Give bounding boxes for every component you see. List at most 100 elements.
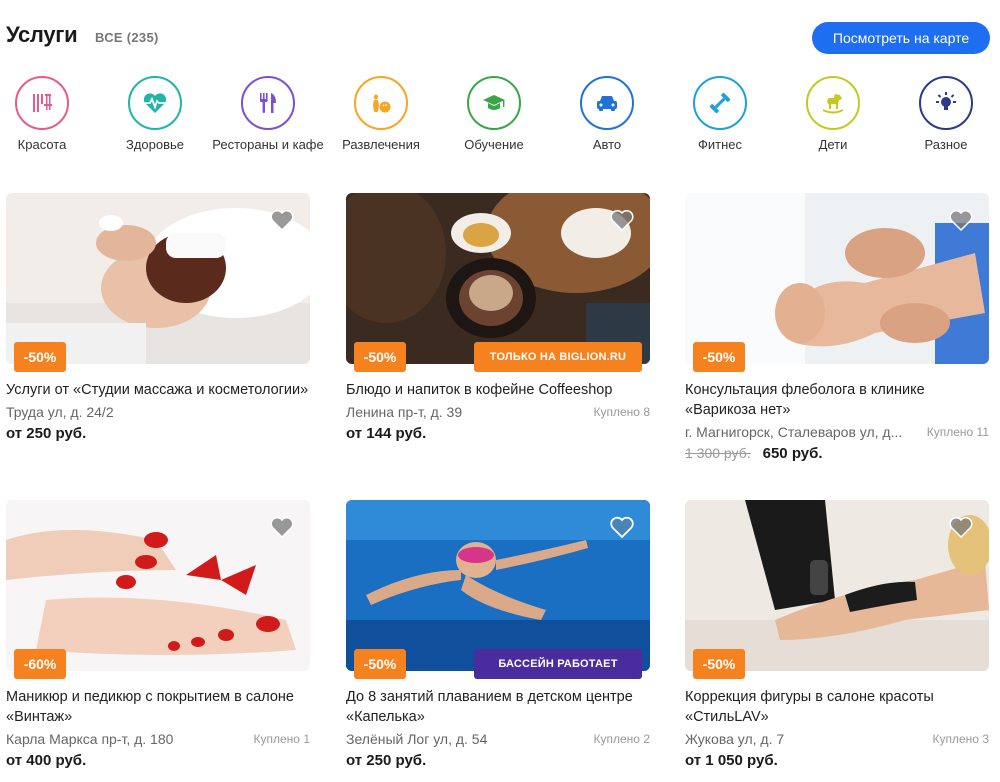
view-on-map-button[interactable]: Посмотреть на карте: [812, 22, 990, 54]
deal-title[interactable]: Услуги от «Студии массажа и косметологии…: [6, 380, 310, 400]
deal-meta: Зелёный Лог ул, д. 54 Куплено 2: [346, 731, 650, 749]
deal-meta: Карла Маркса пр-т, д. 180 Куплено 1: [6, 731, 310, 749]
discount-badge: -50%: [354, 649, 406, 679]
bought-count: Куплено 11: [926, 425, 989, 439]
bought-count: Куплено 2: [593, 732, 650, 746]
deal-card[interactable]: -50% Услуги от «Студии массажа и космето…: [6, 193, 310, 442]
deal-meta: Жукова ул, д. 7 Куплено 3: [685, 731, 989, 749]
category-fitness[interactable]: Фитнес: [664, 76, 776, 153]
nails-photo: [6, 500, 310, 671]
category-label: Обучение: [464, 137, 524, 152]
deal-image[interactable]: [685, 193, 989, 364]
category-health[interactable]: Здоровье: [99, 76, 211, 153]
deal-title[interactable]: Коррекция фигуры в салоне красоты «Стиль…: [685, 687, 989, 727]
promo-badge: БАССЕЙН РАБОТАЕТ: [474, 649, 642, 679]
rocking-horse-icon: [823, 94, 843, 114]
favorite-heart-icon[interactable]: [610, 516, 634, 538]
deal-price: от 250 руб.: [346, 752, 427, 769]
deal-price: 1 300 руб. 650 руб.: [685, 445, 989, 462]
new-price: 650 руб.: [762, 445, 823, 462]
category-restaurants[interactable]: Рестораны и кафе: [212, 76, 324, 153]
deal-title[interactable]: Блюдо и напиток в кофейне Coffeeshop: [346, 380, 650, 400]
pool-photo: [346, 500, 650, 671]
deal-meta: Труда ул, д. 24/2: [6, 404, 310, 422]
dumbbell-icon: [709, 92, 731, 114]
deal-title[interactable]: Консультация флеболога в клинике «Варико…: [685, 380, 989, 420]
spa-photo: [6, 193, 310, 364]
deal-address: Зелёный Лог ул, д. 54: [346, 731, 488, 747]
body-photo: [685, 500, 989, 671]
category-kids[interactable]: Дети: [777, 76, 889, 153]
bought-count: Куплено 8: [593, 405, 650, 419]
deal-image[interactable]: [6, 500, 310, 671]
category-beauty[interactable]: Красота: [0, 76, 98, 153]
category-label: Красота: [17, 137, 67, 152]
total-count-link[interactable]: ВСЕ (235): [95, 30, 159, 45]
category-label: Здоровье: [125, 137, 185, 152]
category-circle: [15, 76, 69, 130]
category-circle: [693, 76, 747, 130]
lightbulb-icon: [936, 92, 956, 110]
category-circle: [354, 76, 408, 130]
deal-title[interactable]: До 8 занятий плаванием в детском центре …: [346, 687, 650, 727]
deal-image[interactable]: [346, 193, 650, 364]
discount-badge: -50%: [693, 649, 745, 679]
deal-address: Карла Маркса пр-т, д. 180: [6, 731, 174, 747]
deal-card[interactable]: -60% Маникюр и педикюр с покрытием в сал…: [6, 500, 310, 769]
category-circle: [580, 76, 634, 130]
deal-card[interactable]: -50% БАССЕЙН РАБОТАЕТ До 8 занятий плава…: [346, 500, 650, 769]
category-label: Дети: [818, 137, 848, 152]
coffee-photo: [346, 193, 650, 364]
bowling-icon: [373, 94, 391, 113]
deal-meta: г. Магнигорск, Сталеваров ул, д... Купле…: [685, 424, 989, 442]
deal-meta: Ленина пр-т, д. 39 Куплено 8: [346, 404, 650, 422]
category-label: Рестораны и кафе: [212, 137, 324, 152]
deal-image[interactable]: [6, 193, 310, 364]
deal-address: г. Магнигорск, Сталеваров ул, д...: [685, 424, 903, 440]
scissors-comb-icon: [33, 94, 52, 112]
favorite-heart-icon[interactable]: [270, 209, 294, 231]
deal-address: Труда ул, д. 24/2: [6, 404, 114, 420]
graduation-cap-icon: [483, 95, 505, 110]
deal-card[interactable]: -50% Консультация флеболога в клинике «В…: [685, 193, 989, 462]
favorite-heart-icon[interactable]: [949, 209, 973, 231]
favorite-heart-icon[interactable]: [270, 516, 294, 538]
category-circle: [241, 76, 295, 130]
deal-address: Жукова ул, д. 7: [685, 731, 785, 747]
category-misc[interactable]: Разное: [890, 76, 1000, 153]
discount-badge: -50%: [693, 342, 745, 372]
category-bar: Красота Здоровье Рестораны и кафе Развле…: [0, 76, 1000, 168]
favorite-heart-icon[interactable]: [610, 209, 634, 231]
discount-badge: -50%: [354, 342, 406, 372]
old-price: 1 300 руб.: [685, 445, 751, 461]
deal-title[interactable]: Маникюр и педикюр с покрытием в салоне «…: [6, 687, 310, 727]
fork-knife-icon: [260, 93, 276, 113]
discount-badge: -60%: [14, 649, 66, 679]
discount-badge: -50%: [14, 342, 66, 372]
category-circle: [806, 76, 860, 130]
deal-image[interactable]: [346, 500, 650, 671]
deal-price: от 1 050 руб.: [685, 752, 778, 769]
deal-card[interactable]: -50% ТОЛЬКО НА BIGLION.RU Блюдо и напито…: [346, 193, 650, 442]
deal-address: Ленина пр-т, д. 39: [346, 404, 463, 420]
category-label: Разное: [924, 137, 968, 152]
category-education[interactable]: Обучение: [438, 76, 550, 153]
deal-card[interactable]: -50% Коррекция фигуры в салоне красоты «…: [685, 500, 989, 769]
heart-pulse-icon: [143, 93, 167, 113]
category-entertainment[interactable]: Развлечения: [325, 76, 437, 153]
doctor-photo: [685, 193, 989, 364]
car-icon: [597, 96, 617, 111]
category-auto[interactable]: Авто: [551, 76, 663, 153]
category-circle: [128, 76, 182, 130]
category-label: Авто: [592, 137, 622, 152]
deal-price: от 400 руб.: [6, 752, 87, 769]
category-label: Фитнес: [697, 137, 742, 152]
category-circle: [919, 76, 973, 130]
category-circle: [467, 76, 521, 130]
deal-image[interactable]: [685, 500, 989, 671]
bought-count: Куплено 1: [253, 732, 310, 746]
promo-badge: ТОЛЬКО НА BIGLION.RU: [474, 342, 642, 372]
page-title: Услуги: [6, 22, 78, 47]
favorite-heart-icon[interactable]: [949, 516, 973, 538]
deal-price: от 144 руб.: [346, 425, 427, 442]
